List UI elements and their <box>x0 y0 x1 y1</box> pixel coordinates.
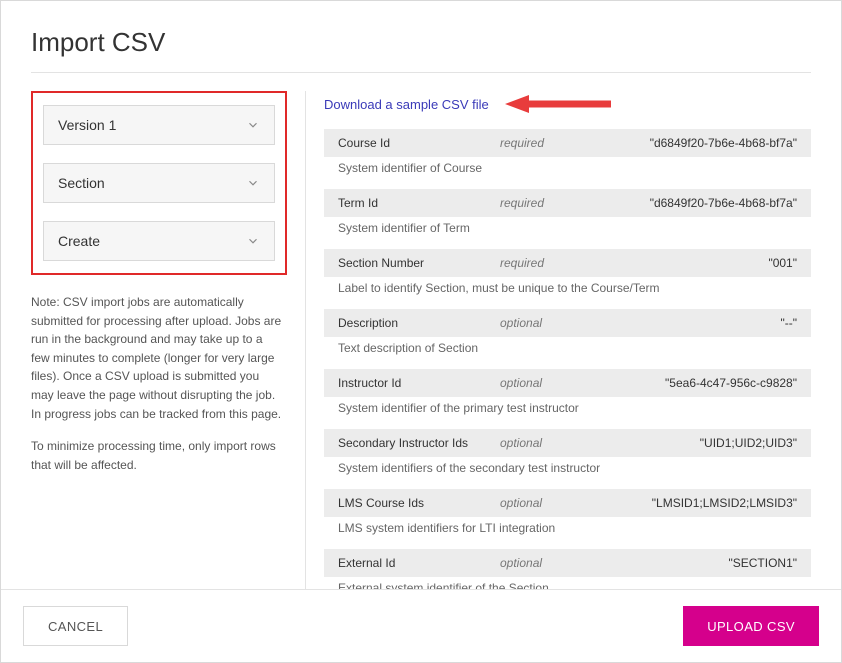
field-block: Term Idrequired"d6849f20-7b6e-4b68-bf7a"… <box>324 189 811 243</box>
field-description: LMS system identifiers for LTI integrati… <box>324 517 811 543</box>
download-sample-link[interactable]: Download a sample CSV file <box>324 97 489 112</box>
field-example: "LMSID1;LMSID2;LMSID3" <box>600 496 811 510</box>
field-requirement: required <box>500 256 600 270</box>
field-example: "UID1;UID2;UID3" <box>600 436 811 450</box>
sample-link-row: Download a sample CSV file <box>324 93 811 115</box>
upload-csv-button[interactable]: UPLOAD CSV <box>683 606 819 646</box>
field-requirement: optional <box>500 376 600 390</box>
action-dropdown-label: Create <box>58 233 100 249</box>
field-requirement: optional <box>500 556 600 570</box>
dialog-content: Import CSV Version 1 Section <box>1 1 841 589</box>
field-name: Term Id <box>324 196 500 210</box>
field-requirement: required <box>500 136 600 150</box>
left-column: Version 1 Section Create <box>31 91 287 488</box>
field-row: External Idoptional"SECTION1" <box>324 549 811 577</box>
chevron-down-icon <box>246 176 260 190</box>
field-example: "001" <box>600 256 811 270</box>
field-row: Instructor Idoptional"5ea6-4c47-956c-c98… <box>324 369 811 397</box>
field-description: External system identifier of the Sectio… <box>324 577 811 589</box>
field-example: "d6849f20-7b6e-4b68-bf7a" <box>600 196 811 210</box>
cancel-button[interactable]: CANCEL <box>23 606 128 646</box>
field-requirement: optional <box>500 436 600 450</box>
title-divider <box>31 72 811 73</box>
entity-dropdown-label: Section <box>58 175 105 191</box>
page-title: Import CSV <box>31 27 811 58</box>
field-block: Course Idrequired"d6849f20-7b6e-4b68-bf7… <box>324 129 811 183</box>
field-example: "SECTION1" <box>600 556 811 570</box>
note-text-1: Note: CSV import jobs are automatically … <box>31 293 287 423</box>
field-description: System identifiers of the secondary test… <box>324 457 811 483</box>
field-name: Instructor Id <box>324 376 500 390</box>
chevron-down-icon <box>246 118 260 132</box>
chevron-down-icon <box>246 234 260 248</box>
column-divider <box>305 91 306 589</box>
action-dropdown[interactable]: Create <box>43 221 275 261</box>
field-block: Instructor Idoptional"5ea6-4c47-956c-c98… <box>324 369 811 423</box>
field-example: "5ea6-4c47-956c-c9828" <box>600 376 811 390</box>
field-row: Term Idrequired"d6849f20-7b6e-4b68-bf7a" <box>324 189 811 217</box>
field-description: System identifier of the primary test in… <box>324 397 811 423</box>
field-description: Text description of Section <box>324 337 811 363</box>
entity-dropdown[interactable]: Section <box>43 163 275 203</box>
field-block: Descriptionoptional"--"Text description … <box>324 309 811 363</box>
field-row: LMS Course Idsoptional"LMSID1;LMSID2;LMS… <box>324 489 811 517</box>
field-row: Section Numberrequired"001" <box>324 249 811 277</box>
field-description: System identifier of Course <box>324 157 811 183</box>
fields-list: Course Idrequired"d6849f20-7b6e-4b68-bf7… <box>324 129 811 589</box>
field-description: System identifier of Term <box>324 217 811 243</box>
field-block: Section Numberrequired"001"Label to iden… <box>324 249 811 303</box>
field-name: Description <box>324 316 500 330</box>
field-block: External Idoptional"SECTION1"External sy… <box>324 549 811 589</box>
field-name: Course Id <box>324 136 500 150</box>
field-example: "d6849f20-7b6e-4b68-bf7a" <box>600 136 811 150</box>
field-description: Label to identify Section, must be uniqu… <box>324 277 811 303</box>
two-column-layout: Version 1 Section Create <box>31 91 811 589</box>
field-row: Course Idrequired"d6849f20-7b6e-4b68-bf7… <box>324 129 811 157</box>
field-name: External Id <box>324 556 500 570</box>
field-name: Section Number <box>324 256 500 270</box>
field-block: Secondary Instructor Idsoptional"UID1;UI… <box>324 429 811 483</box>
field-requirement: required <box>500 196 600 210</box>
field-requirement: optional <box>500 316 600 330</box>
note-text-2: To minimize processing time, only import… <box>31 437 287 474</box>
right-column: Download a sample CSV file Course Idrequ… <box>324 91 811 589</box>
options-highlight-box: Version 1 Section Create <box>31 91 287 275</box>
field-row: Secondary Instructor Idsoptional"UID1;UI… <box>324 429 811 457</box>
field-requirement: optional <box>500 496 600 510</box>
field-row: Descriptionoptional"--" <box>324 309 811 337</box>
field-name: Secondary Instructor Ids <box>324 436 500 450</box>
field-example: "--" <box>600 316 811 330</box>
callout-arrow-icon <box>503 93 613 115</box>
field-block: LMS Course Idsoptional"LMSID1;LMSID2;LMS… <box>324 489 811 543</box>
version-dropdown[interactable]: Version 1 <box>43 105 275 145</box>
import-csv-dialog: Import CSV Version 1 Section <box>0 0 842 663</box>
dialog-footer: CANCEL UPLOAD CSV <box>1 589 841 662</box>
version-dropdown-label: Version 1 <box>58 117 116 133</box>
field-name: LMS Course Ids <box>324 496 500 510</box>
